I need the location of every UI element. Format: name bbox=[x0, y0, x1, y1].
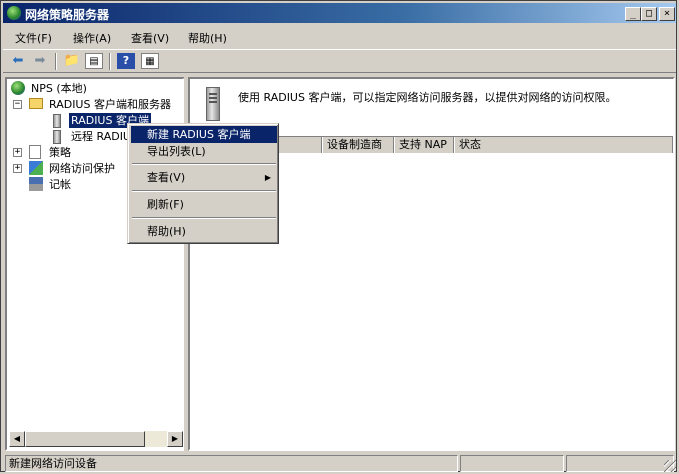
forward-icon[interactable]: ➡ bbox=[31, 53, 49, 69]
column-header-vendor[interactable]: 设备制造商 bbox=[322, 137, 394, 153]
status-text: 新建网络访问设备 bbox=[5, 455, 458, 472]
menu-item-new-radius-client[interactable]: 新建 RADIUS 客户端 bbox=[131, 126, 277, 143]
tree-label: 网络访问保护 bbox=[49, 162, 115, 175]
accounting-icon bbox=[29, 177, 43, 191]
menu-bar: 文件(F) 操作(A) 查看(V) 帮助(H) bbox=[3, 27, 676, 47]
toolbar: ⬅ ➡ 📁 ▤ ? ▦ bbox=[3, 49, 676, 73]
menu-file[interactable]: 文件(F) bbox=[15, 30, 52, 46]
expand-icon[interactable]: + bbox=[13, 164, 22, 173]
menu-item-label: 导出列表(L) bbox=[147, 145, 206, 158]
menu-item-help[interactable]: 帮助(H) bbox=[131, 223, 277, 240]
status-bar: 新建网络访问设备 bbox=[3, 454, 676, 472]
minimize-button[interactable]: _ bbox=[625, 7, 641, 21]
maximize-button[interactable]: □ bbox=[641, 7, 657, 21]
window-title: 网络策略服务器 bbox=[25, 8, 110, 22]
menu-view[interactable]: 查看(V) bbox=[131, 30, 169, 46]
scroll-right-icon[interactable]: ▶ bbox=[167, 431, 183, 447]
resize-grip-icon[interactable] bbox=[664, 460, 676, 472]
network-protection-icon bbox=[29, 161, 43, 175]
menu-item-refresh[interactable]: 刷新(F) bbox=[131, 196, 277, 213]
column-header-status[interactable]: 状态 bbox=[454, 137, 673, 153]
nps-app-icon bbox=[7, 6, 21, 20]
menu-item-export-list[interactable]: 导出列表(L) bbox=[131, 143, 277, 160]
column-header-nap[interactable]: 支持 NAP bbox=[394, 137, 454, 153]
context-menu: 新建 RADIUS 客户端 导出列表(L) 查看(V) ▶ 刷新(F) 帮助(H) bbox=[127, 123, 279, 244]
help-icon[interactable]: ? bbox=[117, 53, 135, 69]
server-icon bbox=[53, 114, 61, 128]
menu-item-label: 刷新(F) bbox=[147, 198, 184, 211]
menu-action[interactable]: 操作(A) bbox=[73, 30, 111, 46]
pane-description: 使用 RADIUS 客户端，可以指定网络访问服务器，以提供对网络的访问权限。 bbox=[238, 91, 617, 104]
horizontal-scrollbar[interactable]: ◀ ▶ bbox=[9, 431, 183, 447]
show-hide-tree-icon[interactable]: ▤ bbox=[85, 53, 103, 69]
status-panel bbox=[460, 455, 564, 472]
title-bar[interactable]: 网络策略服务器 _ □ × bbox=[3, 3, 676, 23]
server-group-icon bbox=[53, 130, 61, 144]
menu-item-view[interactable]: 查看(V) ▶ bbox=[131, 169, 277, 186]
scroll-thumb[interactable] bbox=[25, 431, 145, 447]
expand-icon[interactable]: + bbox=[13, 148, 22, 157]
tree-label: 记帐 bbox=[49, 178, 71, 191]
close-button[interactable]: × bbox=[659, 7, 675, 21]
properties-icon[interactable]: ▦ bbox=[141, 53, 159, 69]
radius-server-icon bbox=[206, 87, 220, 121]
menu-item-label: 查看(V) bbox=[147, 171, 186, 184]
menu-separator bbox=[132, 190, 276, 192]
menu-item-label: 新建 RADIUS 客户端 bbox=[147, 128, 251, 141]
tree-label: NPS (本地) bbox=[31, 82, 87, 95]
menu-item-label: 帮助(H) bbox=[147, 225, 186, 238]
collapse-icon[interactable]: − bbox=[13, 100, 22, 109]
tree-label: RADIUS 客户端和服务器 bbox=[49, 98, 171, 111]
toolbar-separator bbox=[55, 53, 57, 70]
tree-label: 策略 bbox=[49, 146, 71, 159]
main-window: 网络策略服务器 _ □ × 文件(F) 操作(A) 查看(V) 帮助(H) ⬅ … bbox=[0, 0, 677, 472]
menu-separator bbox=[132, 217, 276, 219]
menu-separator bbox=[132, 163, 276, 165]
scroll-left-icon[interactable]: ◀ bbox=[9, 431, 25, 447]
status-panel bbox=[566, 455, 674, 472]
submenu-arrow-icon: ▶ bbox=[264, 173, 271, 182]
menu-help[interactable]: 帮助(H) bbox=[188, 30, 227, 46]
policy-document-icon bbox=[29, 145, 41, 159]
back-icon[interactable]: ⬅ bbox=[9, 53, 27, 69]
folder-icon bbox=[29, 98, 43, 109]
nps-globe-icon bbox=[11, 81, 25, 95]
toolbar-separator bbox=[109, 53, 111, 70]
up-folder-icon[interactable]: 📁 bbox=[63, 53, 81, 69]
